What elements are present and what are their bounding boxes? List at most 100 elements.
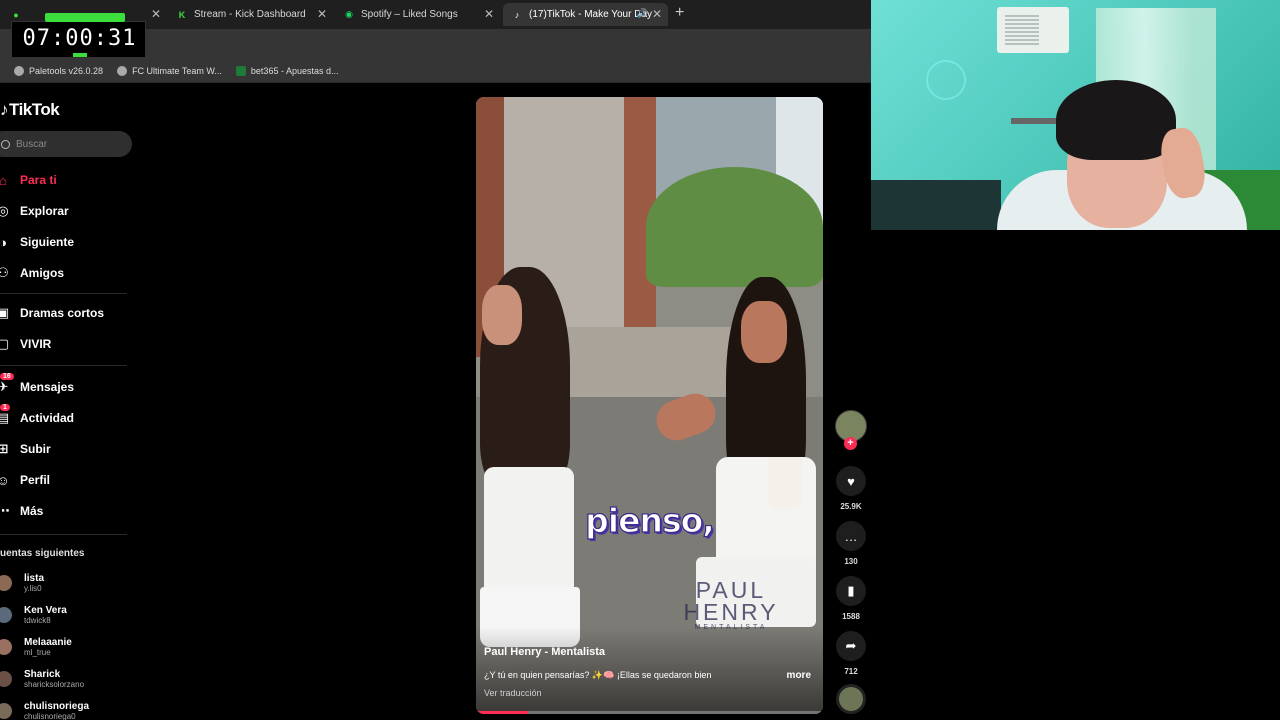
like-count: 25.9K xyxy=(840,502,862,511)
account-handle: ml_true xyxy=(24,648,51,657)
share-count: 712 xyxy=(844,667,858,676)
close-icon[interactable]: ✕ xyxy=(151,7,161,21)
bookmark-paletools[interactable]: Paletools v26.0.28 xyxy=(14,65,104,76)
nav-amigos[interactable]: ⚇ Amigos xyxy=(0,265,64,280)
account-name: Sharick xyxy=(24,669,61,680)
account-handle: tdwick8 xyxy=(24,616,51,625)
tab-title: Spotify – Liked Songs xyxy=(361,9,458,20)
comment-count: 130 xyxy=(844,557,858,566)
globe-icon xyxy=(14,65,24,76)
close-icon[interactable]: ✕ xyxy=(484,7,494,21)
logo-text: TikTok xyxy=(9,100,60,119)
nav-label: Subir xyxy=(20,442,51,456)
following-account[interactable]: Melaaanie ml_true xyxy=(0,637,72,657)
account-name: lista xyxy=(24,573,45,584)
nav-label: Dramas cortos xyxy=(20,306,105,320)
more-button[interactable]: more xyxy=(787,670,811,681)
following-account[interactable]: Sharick sharicksolorzano xyxy=(0,669,84,689)
video-progress-bar[interactable] xyxy=(476,711,823,714)
like-button[interactable]: ♥ 25.9K xyxy=(835,466,867,511)
nav-label: Perfil xyxy=(20,473,51,487)
nav-actividad[interactable]: ▤ 1 Actividad xyxy=(0,404,75,425)
tiktok-logo[interactable]: ♪ TikTok xyxy=(0,100,60,120)
bookmark-icon: ▮ xyxy=(836,576,866,606)
person-hair xyxy=(1056,80,1176,160)
activity-badge: 1 xyxy=(0,404,10,411)
account-name: Ken Vera xyxy=(24,605,67,616)
avatar xyxy=(0,703,12,719)
account-handle: y.lis0 xyxy=(24,584,42,593)
new-tab-button[interactable]: + xyxy=(675,4,684,22)
bookmark-label: Paletools v26.0.28 xyxy=(29,65,104,76)
search-icon xyxy=(1,139,10,149)
tiktok-note-icon: ♪ xyxy=(0,100,9,119)
avatar xyxy=(0,671,12,687)
save-button[interactable]: ▮ 1588 xyxy=(835,576,867,621)
following-account[interactable]: chulisnoriega chulisnoriega0 xyxy=(0,701,89,720)
speaker-icon[interactable]: 🔊 xyxy=(637,8,648,19)
tab-tiktok[interactable]: ♪ (17)TikTok - Make Your Day 🔊 ✕ xyxy=(503,3,668,26)
stream-timer: 07:00:31 xyxy=(22,26,137,51)
sidebar-divider xyxy=(0,365,127,366)
account-name: chulisnoriega xyxy=(24,701,90,712)
tab-kick-dashboard[interactable]: K Stream - Kick Dashboard ✕ xyxy=(168,3,333,26)
search-input[interactable]: Buscar xyxy=(0,131,132,157)
sidebar-divider xyxy=(0,534,127,535)
video-progress-fill xyxy=(476,711,529,714)
following-account[interactable]: Ken Vera tdwick8 xyxy=(0,605,67,625)
nav-mensajes[interactable]: ✈ 16 Mensajes xyxy=(0,373,75,394)
following-account[interactable]: lista y.lis0 xyxy=(0,573,44,593)
upload-icon: ⊞ xyxy=(0,441,9,456)
nav-label: Mensajes xyxy=(20,380,75,394)
bet365-icon xyxy=(235,65,246,76)
nav-para-ti[interactable]: ⌂ Para ti xyxy=(0,173,57,188)
tab-title: Stream - Kick Dashboard xyxy=(194,9,306,20)
close-icon[interactable]: ✕ xyxy=(652,7,662,21)
save-count: 1588 xyxy=(842,612,860,621)
bookmark-bet365[interactable]: bet365 - Apuestas d... xyxy=(235,65,339,76)
account-handle: chulisnoriega0 xyxy=(24,712,76,720)
profile-icon: ☺ xyxy=(0,472,10,488)
video-player[interactable]: pienso, PAUL HENRY MENTALISTA Paul Henry… xyxy=(476,97,823,714)
nav-label: Más xyxy=(20,504,44,518)
search-placeholder: Buscar xyxy=(16,138,48,150)
more-icon: ⋯ xyxy=(0,503,10,518)
share-arrow-icon: ➦ xyxy=(836,631,866,661)
share-button[interactable]: ➦ 712 xyxy=(835,631,867,676)
nav-perfil[interactable]: ☺ Perfil xyxy=(0,472,51,488)
nav-subir[interactable]: ⊞ Subir xyxy=(0,441,51,456)
nav-vivir[interactable]: ▢ VIVIR xyxy=(0,336,51,351)
video-author[interactable]: Paul Henry - Mentalista xyxy=(484,646,605,658)
video-scene xyxy=(646,167,823,287)
tab-title: (17)TikTok - Make Your Day xyxy=(529,9,653,20)
translate-button[interactable]: Ver traducción xyxy=(484,688,542,698)
sidebar-divider xyxy=(0,293,127,294)
music-disc-icon[interactable] xyxy=(836,684,866,714)
spotify-icon: ◉ xyxy=(345,9,353,19)
bookmark-fc-ultimate[interactable]: FC Ultimate Team W... xyxy=(117,65,222,76)
nav-explorar[interactable]: ◎ Explorar xyxy=(0,203,69,218)
close-icon[interactable]: ✕ xyxy=(317,7,327,21)
nav-label: Para ti xyxy=(20,173,57,187)
kick-live-icon: ● xyxy=(13,9,19,20)
watermark-main: PAUL HENRY xyxy=(683,577,779,625)
live-icon: ▢ xyxy=(0,336,10,351)
comment-button[interactable]: … 130 xyxy=(835,521,867,566)
avatar xyxy=(0,607,12,623)
account-name: Melaaanie xyxy=(24,637,72,648)
bookmark-label: bet365 - Apuestas d... xyxy=(250,65,339,76)
activity-icon: ▤ xyxy=(0,410,10,425)
chair xyxy=(871,180,1001,230)
nav-mas[interactable]: ⋯ Más xyxy=(0,503,44,518)
drama-icon: ▣ xyxy=(0,305,10,320)
following-section-title: uentas siguientes xyxy=(0,548,85,559)
follow-plus-icon[interactable]: + xyxy=(844,437,857,450)
account-handle: sharicksolorzano xyxy=(24,680,85,689)
avatar xyxy=(0,639,12,655)
nav-label: Actividad xyxy=(20,411,75,425)
nav-dramas-cortos[interactable]: ▣ Dramas cortos xyxy=(0,305,105,320)
messages-icon: ✈ xyxy=(0,379,9,394)
bookmarks-bar: Paletools v26.0.28 FC Ultimate Team W...… xyxy=(0,59,871,83)
nav-siguiente[interactable]: ◑ Siguiente xyxy=(0,235,74,250)
tab-spotify[interactable]: ◉ Spotify – Liked Songs ✕ xyxy=(335,3,500,26)
